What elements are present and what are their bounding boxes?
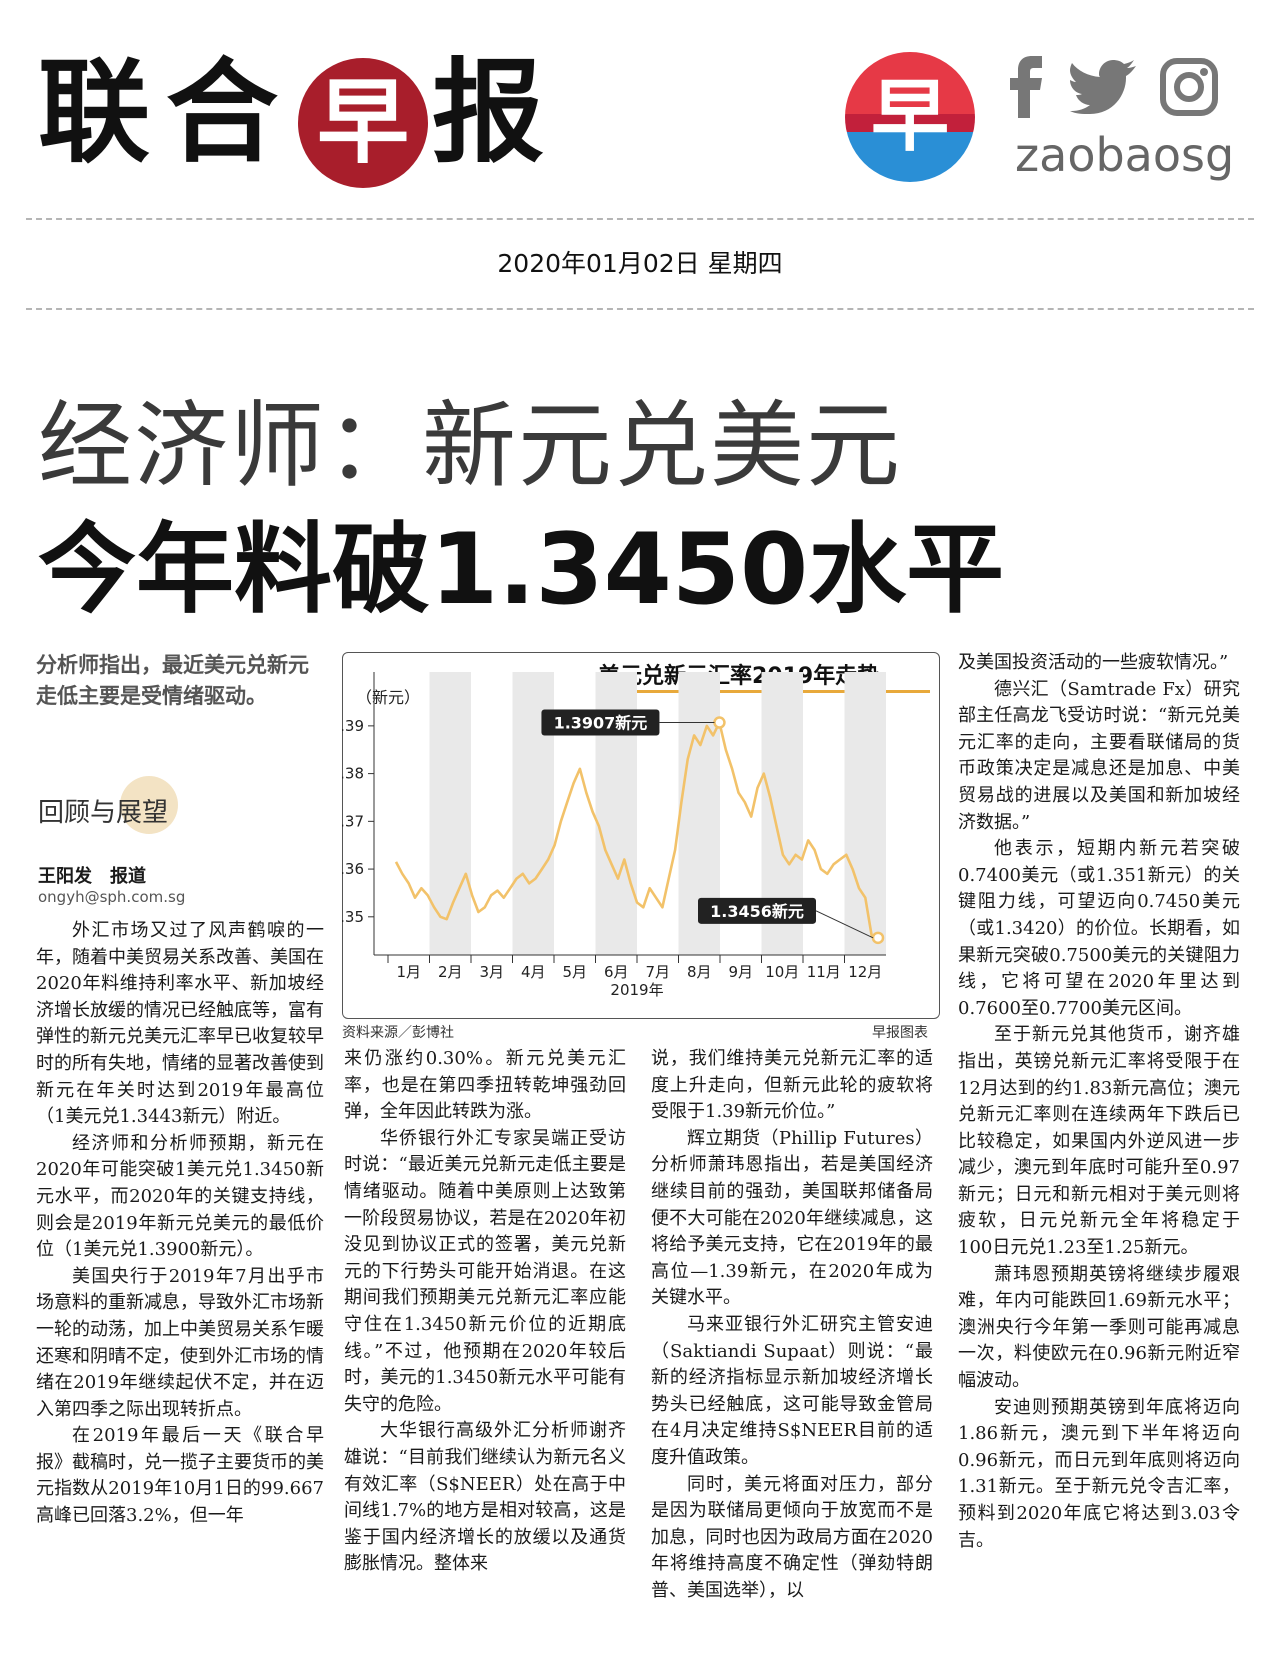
x-axis-label: 2019年 (610, 981, 663, 999)
paragraph: 说，我们维持美元兑新元汇率的适度上升走向，但新元此轮的疲软将受限于1.39新元价… (651, 1048, 933, 1123)
x-tick-label: 12月 (848, 963, 882, 981)
y-tick-label: 1.37 (342, 812, 364, 830)
app-logo-icon: 早 (845, 52, 975, 182)
x-tick-label: 6月 (604, 963, 629, 981)
paragraph: 在2019年最后一天《联合早报》截稿时，兑一揽子主要货币的美元指数从2019年1… (36, 1425, 324, 1527)
annotation-marker (871, 931, 885, 945)
article-column-2: 来仍涨约0.30%。新元兑美元汇率，也是在第四季扭转乾坤强劲回弹，全年因此转跌为… (344, 1046, 626, 1578)
x-tick-label: 3月 (479, 963, 504, 981)
x-tick-label: 2月 (438, 963, 463, 981)
x-tick-label: 7月 (645, 963, 670, 981)
article-column-1: 外汇市场又过了风声鹤唳的一年，随着中美贸易关系改善、美国在2020年料维持利率水… (36, 918, 324, 1530)
paragraph: 至于新元兑其他货币，谢齐雄指出，英镑兑新元汇率将受限于在12月达到的约1.83新… (958, 1024, 1240, 1259)
paragraph: 美国央行于2019年7月出乎市场意料的重新减息，导致外汇市场新一轮的动荡，加上中… (36, 1265, 324, 1420)
paragraph: 辉立期货（Phillip Futures）分析师萧玮恩指出，若是美国经济继续目前… (651, 1127, 933, 1309)
paragraph: 他表示，短期内新元若突破0.7400美元（或1.351新元）的关键阻力线，可望迈… (958, 838, 1240, 1019)
divider-bottom (26, 308, 1254, 310)
article-column-4: 及美国投资活动的一些疲软情况。” 德兴汇（Samtrade Fx）研究部主任高龙… (958, 650, 1240, 1554)
x-tick-label: 1月 (396, 963, 421, 981)
app-icon-char: 早 (870, 72, 949, 162)
logo-circle: 早 (298, 58, 428, 188)
month-band (844, 672, 886, 955)
y-tick-label: 1.35 (342, 908, 364, 926)
facebook-icon[interactable] (1008, 56, 1044, 118)
exchange-rate-chart: 1.35 1.36 1.37 1.38 1.39 1月 2月 3月 4月 5月 6月 7月 8月 9月 10… (342, 672, 886, 999)
chart-credit: 早报图表 (872, 1025, 928, 1041)
issue-date: 2020年01月02日 星期四 (497, 249, 783, 278)
paragraph: 华侨银行外汇专家吴端正受访时说：“最近美元兑新元走低主要是情绪驱动。随着中美原则… (344, 1127, 626, 1415)
paragraph: 经济师和分析师预期，新元在2020年可能突破1美元兑1.3450新元水平，而20… (36, 1132, 324, 1261)
paragraph: 萧玮恩预期英镑将继续步履艰难，年内可能跌回1.69新元水平；澳洲央行今年第一季则… (958, 1263, 1240, 1392)
annotation-label: 1.3907新元 (554, 714, 648, 733)
annotation-marker (713, 716, 726, 729)
social-handle[interactable]: zaobaosg (1015, 128, 1234, 182)
headline-line-1: 经济师：新元兑美元 (38, 392, 903, 501)
paragraph: 同时，美元将面对压力，部分是因为联储局更倾向于放宽而不是加息，同时也因为政局方面… (651, 1473, 933, 1601)
annotation-label: 1.3456新元 (710, 902, 804, 921)
y-tick-label: 1.38 (342, 765, 364, 783)
paragraph: 马来亚银行外汇研究主管安迪（Saktiandi Supaat）则说：“最新的经济… (651, 1313, 933, 1468)
article-column-3: 说，我们维持美元兑新元汇率的适度上升走向，但新元此轮的疲软将受限于1.39新元价… (651, 1046, 933, 1604)
byline: 王阳发 报道 (38, 866, 146, 887)
paragraph: 安迪则预期英镑到年底将迈向1.86新元，澳元到下半年将迈向0.96新元，而日元到… (958, 1396, 1240, 1551)
y-tick-label: 1.36 (342, 860, 364, 878)
headline-line-2: 今年料破1.3450水平 (38, 513, 1005, 627)
x-tick-label: 5月 (562, 963, 587, 981)
chart-source: 资料来源／彭博社 (342, 1025, 454, 1041)
author-email[interactable]: ongyh@sph.com.sg (38, 888, 185, 906)
lead-summary: 分析师指出，最近美元兑新元走低主要是受情绪驱动。 (36, 653, 309, 708)
x-tick-label: 11月 (807, 963, 841, 981)
logo-char-2: 合 (166, 48, 278, 178)
paragraph: 外汇市场又过了风声鹤唳的一年，随着中美贸易关系改善、美国在2020年料维持利率水… (36, 920, 324, 1128)
logo-char-3: 报 (432, 48, 544, 178)
y-tick-label: 1.39 (342, 717, 364, 735)
x-tick-label: 10月 (765, 963, 799, 981)
paragraph: 大华银行高级外汇分析师谢齐雄说：“目前我们继续认为新元名义有效汇率（S$NEER… (344, 1420, 626, 1575)
paragraph: 来仍涨约0.30%。新元兑美元汇率，也是在第四季扭转乾坤强劲回弹，全年因此转跌为… (344, 1048, 626, 1123)
instagram-icon[interactable] (1160, 58, 1218, 116)
paragraph: 及美国投资活动的一些疲软情况。” (958, 652, 1229, 673)
x-tick-label: 9月 (728, 963, 753, 981)
section-rubric: 回顾与展望 (38, 798, 169, 828)
divider-top (26, 218, 1254, 220)
twitter-icon[interactable] (1070, 60, 1136, 114)
x-tick-label: 8月 (687, 963, 712, 981)
paragraph: 德兴汇（Samtrade Fx）研究部主任高龙飞受访时说：“新元兑美元汇率的走向… (958, 678, 1240, 833)
x-tick-label: 4月 (521, 963, 546, 981)
logo-char-1: 联 (38, 48, 150, 178)
